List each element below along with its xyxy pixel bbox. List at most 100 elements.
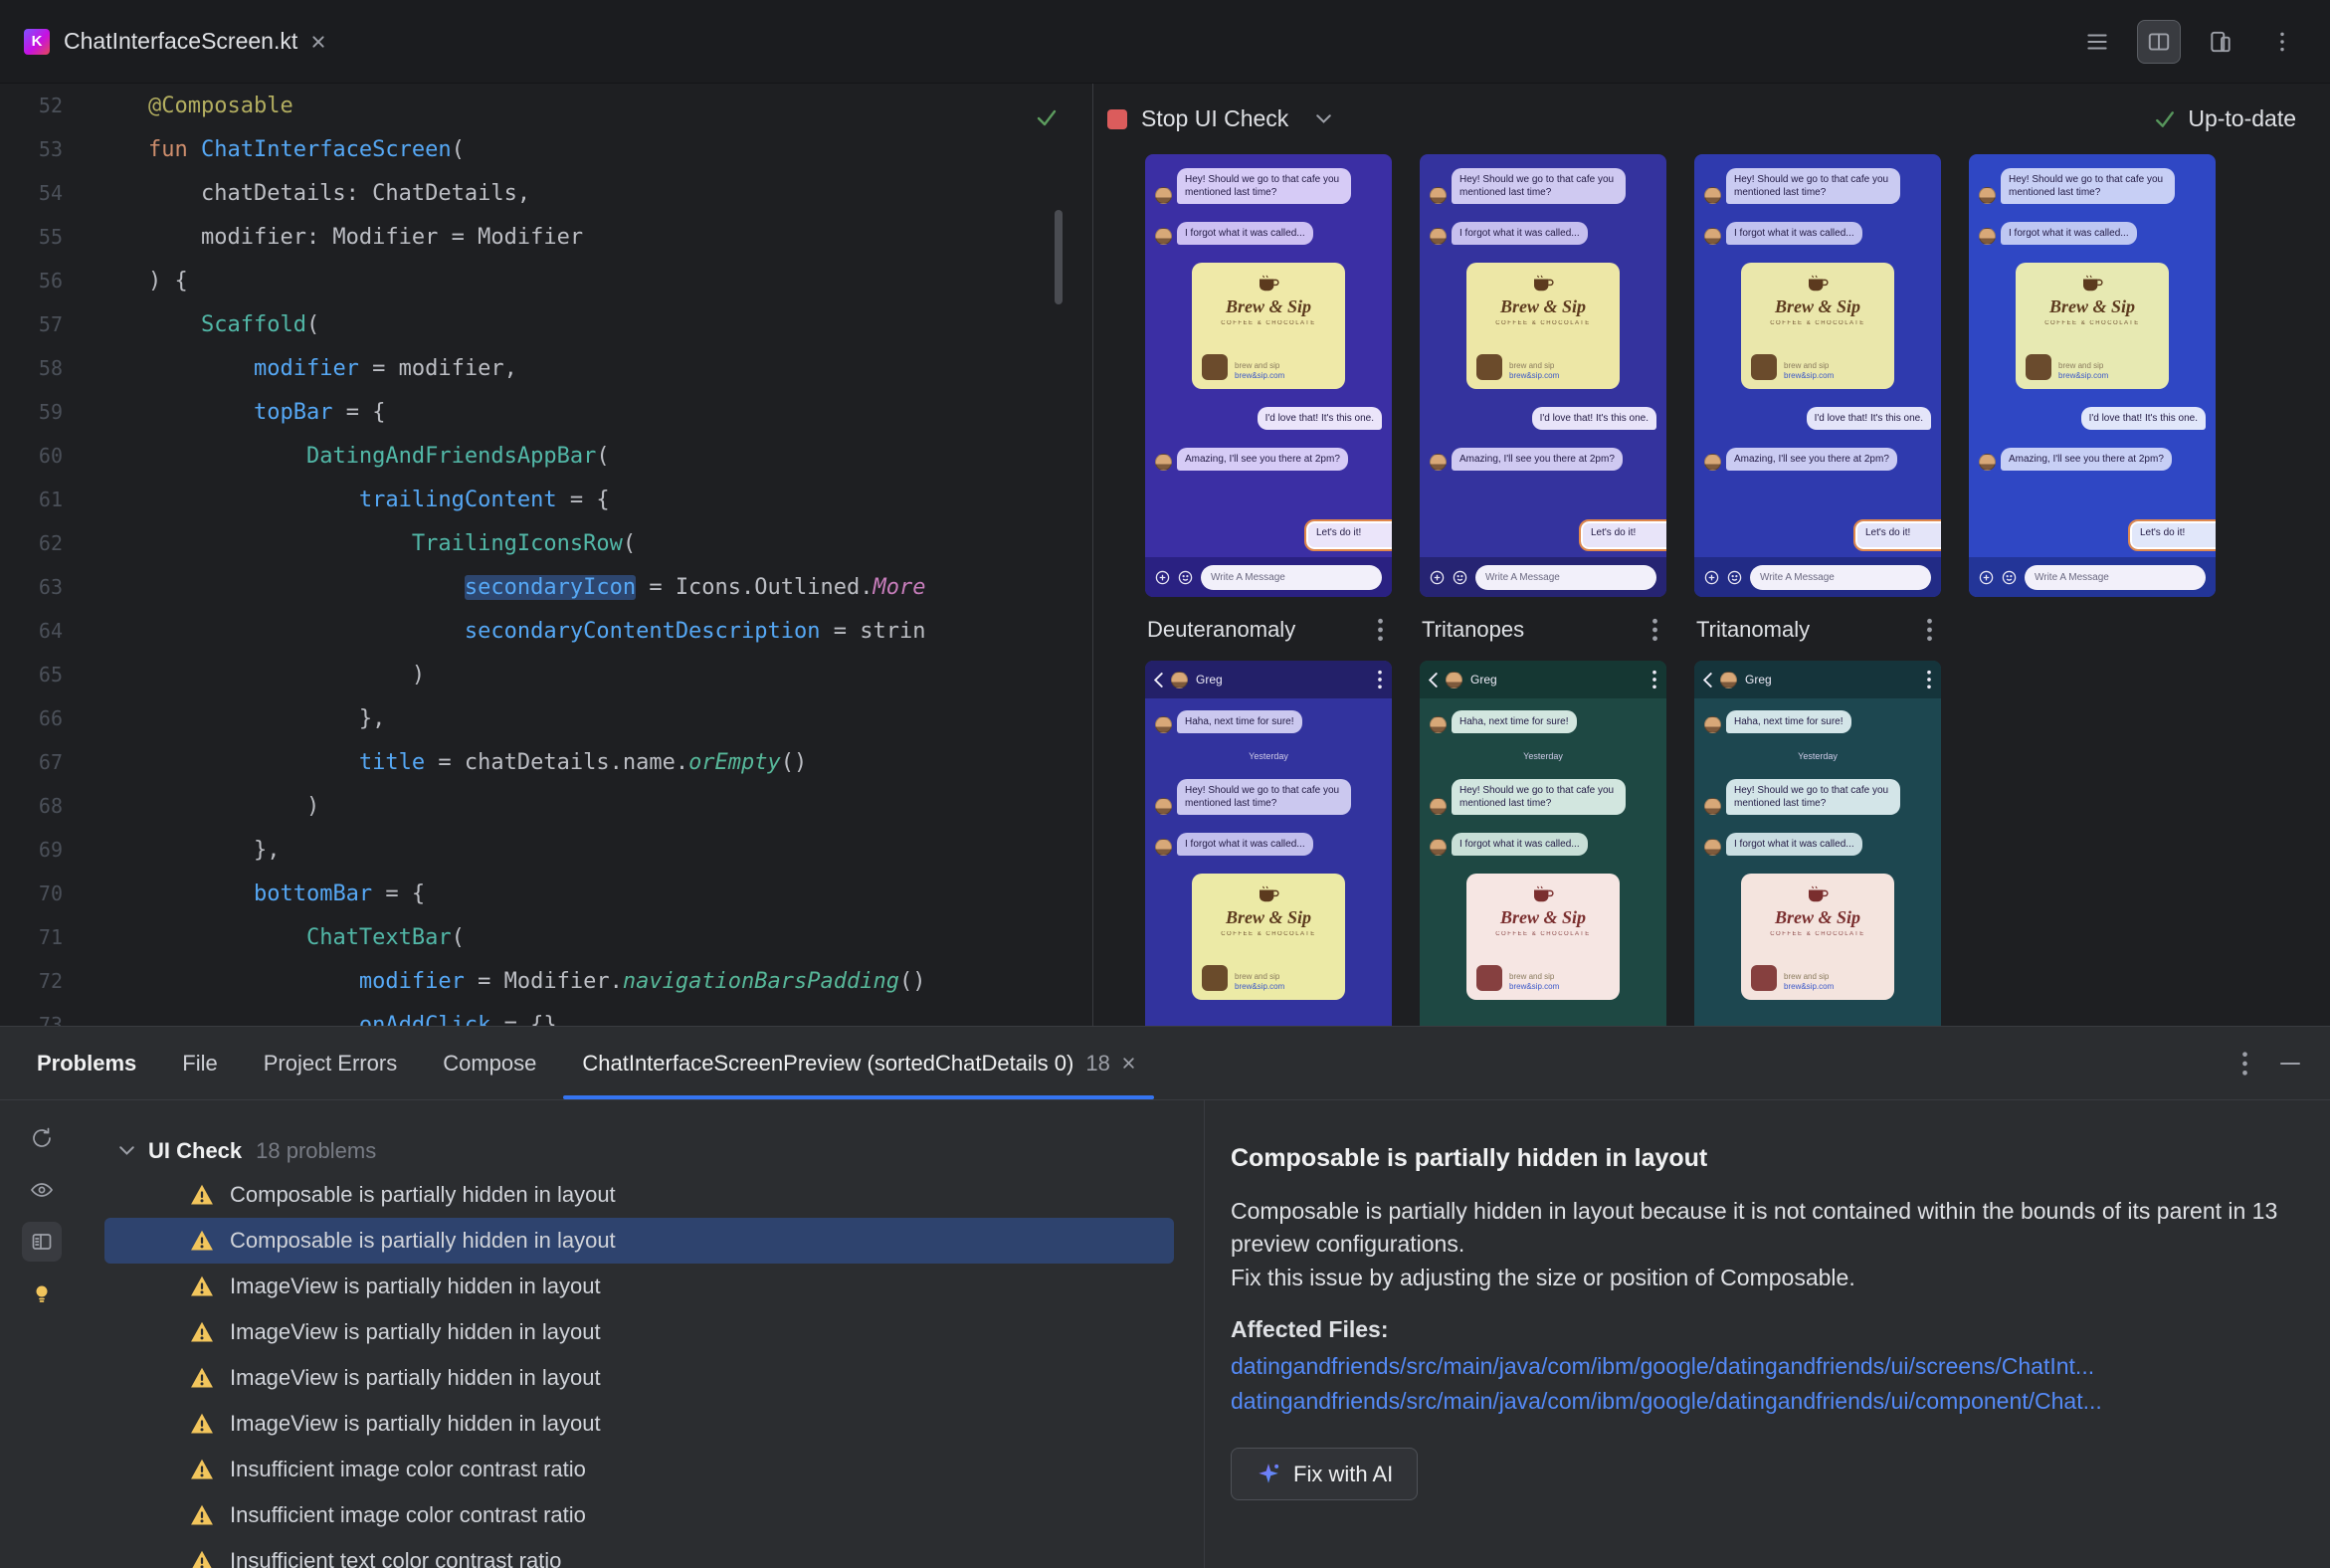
code-line[interactable]: 57 Scaffold( bbox=[0, 302, 1092, 346]
preview-menu-kebab-icon[interactable] bbox=[1377, 618, 1384, 642]
tab-compose[interactable]: Compose bbox=[420, 1027, 559, 1099]
code-line[interactable]: 69 }, bbox=[0, 828, 1092, 872]
preview-phone[interactable]: Hey! Should we go to that cafe you menti… bbox=[1420, 154, 1666, 597]
code-line[interactable]: 66 }, bbox=[0, 696, 1092, 740]
chevron-down-icon[interactable] bbox=[119, 1146, 134, 1156]
panel-minimize-icon[interactable] bbox=[2280, 1062, 2300, 1065]
code-line[interactable]: 54 chatDetails: ChatDetails, bbox=[0, 171, 1092, 215]
problem-item[interactable]: ImageView is partially hidden in layout bbox=[104, 1355, 1174, 1401]
preview-phone[interactable]: Hey! Should we go to that cafe you menti… bbox=[1694, 154, 1941, 597]
code-line[interactable]: 72 modifier = Modifier.navigationBarsPad… bbox=[0, 959, 1092, 1003]
message-input[interactable]: Write A Message bbox=[2025, 564, 2206, 590]
code-line[interactable]: 71 ChatTextBar( bbox=[0, 915, 1092, 959]
code-line[interactable]: 58 modifier = modifier, bbox=[0, 346, 1092, 390]
tab-problems[interactable]: Problems bbox=[14, 1027, 159, 1099]
warning-icon bbox=[191, 1367, 213, 1388]
editor-scrollbar[interactable] bbox=[1055, 210, 1063, 304]
emoji-icon[interactable] bbox=[1727, 570, 1742, 585]
coffee-card-link[interactable]: brew&sip.com bbox=[2058, 371, 2108, 380]
preview-phone[interactable]: Greg Haha, next time for sure! Yesterday… bbox=[1145, 661, 1392, 1026]
preview-phone[interactable]: Greg Haha, next time for sure! Yesterday… bbox=[1694, 661, 1941, 1026]
code-line[interactable]: 62 TrailingIconsRow( bbox=[0, 521, 1092, 565]
code-line[interactable]: 61 trailingContent = { bbox=[0, 478, 1092, 521]
problem-item[interactable]: Insufficient text color contrast ratio bbox=[104, 1538, 1174, 1568]
chat-menu-kebab-icon[interactable] bbox=[1651, 670, 1657, 689]
code-line[interactable]: 70 bottomBar = { bbox=[0, 872, 1092, 915]
preview-phone[interactable]: Hey! Should we go to that cafe you menti… bbox=[1145, 154, 1392, 597]
coffee-card-link[interactable]: brew&sip.com bbox=[1509, 371, 1559, 380]
code-editor[interactable]: 52 @Composable 53 fun ChatInterfaceScreen(5… bbox=[0, 84, 1092, 1026]
structure-view-icon[interactable] bbox=[2075, 20, 2119, 64]
preview-menu-kebab-icon[interactable] bbox=[1651, 618, 1658, 642]
back-icon[interactable] bbox=[1703, 672, 1712, 687]
inspection-ok-icon[interactable] bbox=[1035, 105, 1059, 129]
stop-ui-check-button[interactable]: Stop UI Check bbox=[1107, 105, 1288, 132]
back-icon[interactable] bbox=[1429, 672, 1438, 687]
chat-menu-kebab-icon[interactable] bbox=[1926, 670, 1932, 689]
device-preview-icon[interactable] bbox=[2199, 20, 2242, 64]
message-input[interactable]: Write A Message bbox=[1750, 564, 1931, 590]
split-editor-icon[interactable] bbox=[2137, 19, 2181, 64]
details-view-icon[interactable] bbox=[22, 1222, 62, 1262]
refresh-icon[interactable] bbox=[22, 1118, 62, 1158]
fix-with-ai-button[interactable]: Fix with AI bbox=[1231, 1448, 1419, 1501]
code-line[interactable]: 60 DatingAndFriendsAppBar( bbox=[0, 434, 1092, 478]
coffee-card-link[interactable]: brew&sip.com bbox=[1784, 371, 1834, 380]
code-line[interactable]: 59 topBar = { bbox=[0, 390, 1092, 434]
problem-item[interactable]: Composable is partially hidden in layout bbox=[104, 1172, 1174, 1218]
affected-file-link[interactable]: datingandfriends/src/main/java/com/ibm/g… bbox=[1231, 1349, 2290, 1384]
problem-item[interactable]: ImageView is partially hidden in layout bbox=[104, 1309, 1174, 1355]
preview-phone[interactable]: Greg Haha, next time for sure! Yesterday… bbox=[1420, 661, 1666, 1026]
coffee-card-link[interactable]: brew&sip.com bbox=[1784, 982, 1834, 991]
coffee-photo bbox=[1751, 965, 1777, 991]
emoji-icon[interactable] bbox=[1178, 570, 1193, 585]
code-line[interactable]: 56) { bbox=[0, 259, 1092, 302]
problem-item[interactable]: Composable is partially hidden in layout bbox=[104, 1218, 1174, 1264]
code-line[interactable]: 73 onAddClick = {} bbox=[0, 1003, 1092, 1027]
code-line[interactable]: 63 secondaryIcon = Icons.Outlined.More bbox=[0, 565, 1092, 609]
preview-phone[interactable]: Hey! Should we go to that cafe you menti… bbox=[1969, 154, 2216, 597]
quickfix-bulb-icon[interactable] bbox=[22, 1274, 62, 1313]
code-line[interactable]: 68 ) bbox=[0, 784, 1092, 828]
code-text: }, bbox=[148, 837, 281, 863]
chat-bubble-sent: I'd love that! It's this one. bbox=[1806, 407, 1931, 430]
code-line[interactable]: 64 secondaryContentDescription = strin bbox=[0, 609, 1092, 653]
preview-toolbar: Stop UI Check Up-to-date bbox=[1093, 84, 2330, 154]
add-icon[interactable] bbox=[1430, 570, 1445, 585]
code-line[interactable]: 53 fun ChatInterfaceScreen( bbox=[0, 127, 1092, 171]
add-icon[interactable] bbox=[1704, 570, 1719, 585]
coffee-card-link[interactable]: brew&sip.com bbox=[1235, 982, 1284, 991]
line-number: 72 bbox=[38, 969, 63, 993]
tab-close-icon[interactable] bbox=[1122, 1057, 1135, 1070]
code-line[interactable]: 65 ) bbox=[0, 653, 1092, 696]
panel-more-kebab-icon[interactable] bbox=[2241, 1051, 2248, 1077]
code-line[interactable]: 67 title = chatDetails.name.orEmpty() bbox=[0, 740, 1092, 784]
affected-file-link[interactable]: datingandfriends/src/main/java/com/ibm/g… bbox=[1231, 1384, 2290, 1419]
problems-group-row[interactable]: UI Check 18 problems bbox=[84, 1130, 1204, 1172]
problem-item[interactable]: ImageView is partially hidden in layout bbox=[104, 1401, 1174, 1447]
code-line[interactable]: 52 @Composable bbox=[0, 84, 1092, 127]
chevron-down-icon[interactable] bbox=[1316, 113, 1332, 124]
message-input[interactable]: Write A Message bbox=[1201, 564, 1382, 590]
add-icon[interactable] bbox=[1979, 570, 1994, 585]
preview-eye-icon[interactable] bbox=[22, 1170, 62, 1210]
chat-menu-kebab-icon[interactable] bbox=[1377, 670, 1383, 689]
preview-menu-kebab-icon[interactable] bbox=[1926, 618, 1933, 642]
tab-project-errors[interactable]: Project Errors bbox=[241, 1027, 420, 1099]
emoji-icon[interactable] bbox=[1453, 570, 1467, 585]
problem-item[interactable]: ImageView is partially hidden in layout bbox=[104, 1264, 1174, 1309]
emoji-icon[interactable] bbox=[2002, 570, 2017, 585]
code-line[interactable]: 55 modifier: Modifier = Modifier bbox=[0, 215, 1092, 259]
add-icon[interactable] bbox=[1155, 570, 1170, 585]
problem-item[interactable]: Insufficient image color contrast ratio bbox=[104, 1492, 1174, 1538]
problem-item[interactable]: Insufficient image color contrast ratio bbox=[104, 1447, 1174, 1492]
coffee-card-link[interactable]: brew&sip.com bbox=[1509, 982, 1559, 991]
coffee-card-link[interactable]: brew&sip.com bbox=[1235, 371, 1284, 380]
more-options-icon[interactable] bbox=[2260, 20, 2304, 64]
tab-chatinterfacescreenpreview-sortedchatdetails-0[interactable]: ChatInterfaceScreenPreview (sortedChatDe… bbox=[559, 1027, 1158, 1099]
message-input[interactable]: Write A Message bbox=[1475, 564, 1656, 590]
tab-file[interactable]: File bbox=[159, 1027, 240, 1099]
editor-tab[interactable]: K ChatInterfaceScreen.kt bbox=[0, 0, 349, 83]
tab-close-icon[interactable] bbox=[311, 35, 325, 49]
back-icon[interactable] bbox=[1154, 672, 1163, 687]
